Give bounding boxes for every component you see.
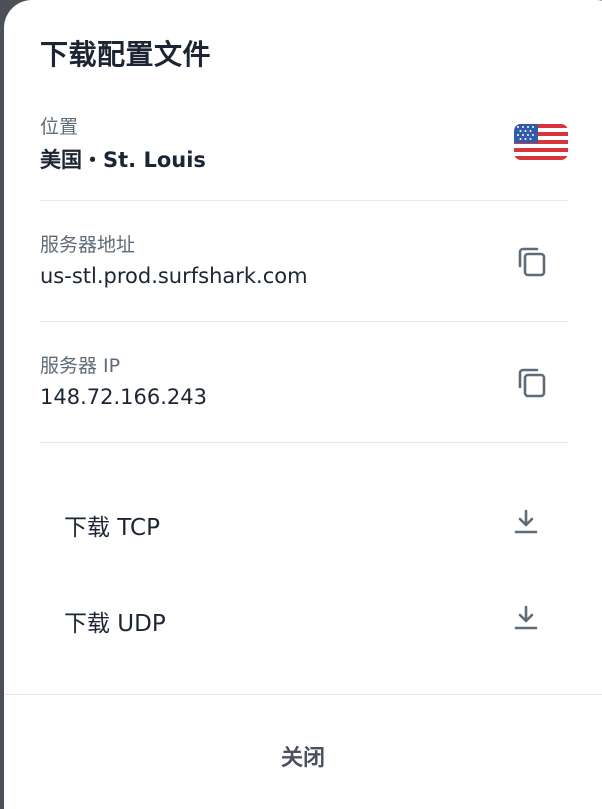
dialog-title: 下载配置文件: [40, 38, 212, 71]
server-ip-value: 148.72.166.243: [40, 385, 207, 409]
copy-icon: [518, 247, 546, 277]
download-tcp-label: 下载 TCP: [64, 515, 160, 541]
divider: [40, 200, 568, 201]
download-icon: [514, 509, 538, 534]
download-tcp-button[interactable]: 下载 TCP: [40, 482, 568, 562]
server-address-value: us-stl.prod.surfshark.com: [40, 264, 308, 288]
divider: [40, 321, 568, 322]
download-udp-label: 下载 UDP: [64, 611, 166, 637]
close-button[interactable]: 关闭: [4, 716, 602, 796]
copy-icon: [518, 368, 546, 398]
download-config-dialog: 下载配置文件 位置 美国・St. Louis 服务器地址 us-stl.prod…: [4, 0, 602, 809]
download-icon: [514, 605, 538, 630]
location-label: 位置: [40, 116, 79, 138]
server-address-row: 服务器地址 us-stl.prod.surfshark.com: [40, 228, 568, 298]
us-flag-icon: [514, 124, 568, 160]
server-ip-label: 服务器 IP: [40, 355, 121, 377]
server-address-label: 服务器地址: [40, 234, 136, 256]
location-row: 位置 美国・St. Louis: [40, 110, 568, 180]
location-value: 美国・St. Louis: [40, 148, 206, 172]
download-udp-button[interactable]: 下载 UDP: [40, 578, 568, 658]
footer-divider: [4, 694, 602, 695]
divider: [40, 442, 568, 443]
server-ip-row: 服务器 IP 148.72.166.243: [40, 349, 568, 419]
copy-server-ip-button[interactable]: [512, 363, 552, 403]
copy-server-address-button[interactable]: [512, 242, 552, 282]
